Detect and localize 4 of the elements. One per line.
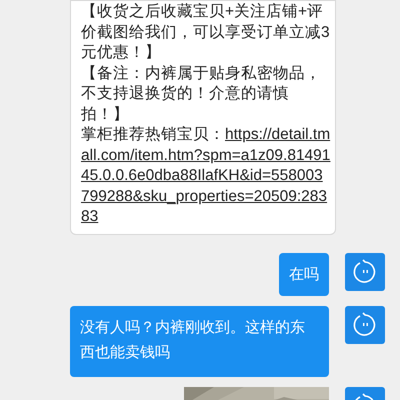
message-text: 掌柜推荐热销宝贝：https://detail.tmall.com/item.htm?spm=a1z09.8149145.0.0.6e0dba88IlafKH&id=558003799288&sku_properties=20509:28383 [81, 125, 331, 227]
message-bubble: 没有人吗？内裤刚收到。这样的东西也能卖钱吗 [70, 306, 329, 376]
message-bubble: 在吗 [279, 252, 329, 296]
message-text: 【收货之后收藏宝贝+关注店铺+评价截图给我们，可以享受订单立减3元优惠！】 [81, 2, 331, 63]
